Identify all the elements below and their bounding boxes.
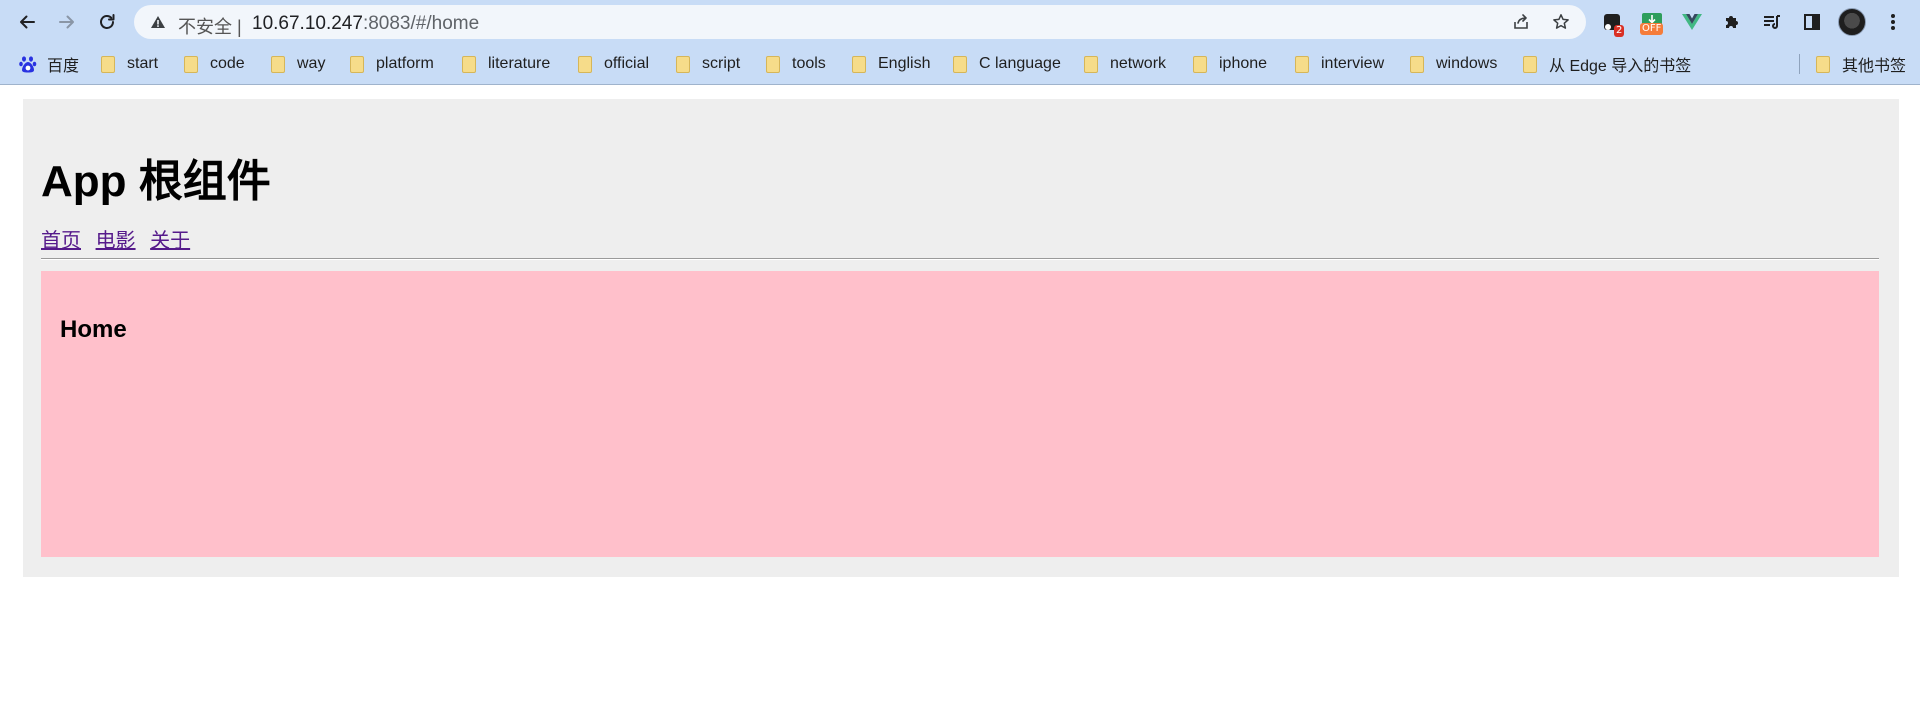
router-nav: 首页 电影 关于: [41, 224, 199, 253]
view-title: Home: [60, 316, 127, 343]
url-text[interactable]: 10.67.10.247:8083/#/home: [252, 13, 479, 35]
folder-icon: [852, 55, 866, 73]
reload-button[interactable]: [93, 8, 121, 36]
folder-icon: [271, 55, 285, 73]
browser-toolbar: 不安全 | 10.67.10.247:8083/#/home 2 OFF: [0, 0, 1920, 44]
folder-icon: [766, 55, 780, 73]
folder-icon: [1523, 55, 1537, 73]
bookmark-folder-edge-import[interactable]: 从 Edge 导入的书签: [1523, 53, 1691, 75]
security-label[interactable]: 不安全 |: [178, 13, 242, 39]
bookmark-folder-way[interactable]: way: [271, 53, 325, 75]
reading-list-icon: [1764, 15, 1780, 29]
bookmark-folder-code[interactable]: code: [184, 53, 245, 75]
page-title: App 根组件: [41, 157, 271, 206]
nav-link-movie[interactable]: 电影: [96, 230, 136, 252]
forward-button[interactable]: [53, 8, 81, 36]
url-path: :8083/#/home: [362, 13, 480, 34]
bookmark-folder-tools[interactable]: tools: [766, 53, 826, 75]
folder-icon: [1193, 55, 1207, 73]
extensions-menu-button[interactable]: [1718, 8, 1746, 36]
bookmark-label: iphone: [1219, 55, 1268, 72]
bookmark-label: code: [210, 55, 245, 72]
forward-arrow-icon: [59, 15, 74, 29]
folder-icon: [1410, 55, 1424, 73]
bookmark-label: interview: [1321, 55, 1385, 72]
bookmark-baidu[interactable]: 百度: [18, 53, 79, 75]
extension-count-badge: 2: [1614, 25, 1625, 37]
browser-menu-button[interactable]: [1879, 8, 1907, 36]
folder-icon: [578, 55, 592, 73]
bookmark-folder-iphone[interactable]: iphone: [1193, 53, 1267, 75]
extension-download-button[interactable]: OFF: [1638, 8, 1666, 36]
bookmark-label: literature: [488, 55, 551, 72]
bookmark-folder-interview[interactable]: interview: [1295, 53, 1384, 75]
nav-link-about[interactable]: 关于: [150, 230, 190, 252]
puzzle-icon: [1726, 16, 1738, 28]
bookmark-folder-literature[interactable]: literature: [462, 53, 550, 75]
bookmark-label: 从 Edge 导入的书签: [1549, 58, 1692, 75]
bookmark-label: tools: [792, 55, 826, 72]
reading-list-button[interactable]: [1758, 8, 1786, 36]
not-secure-warning-icon[interactable]: [150, 14, 166, 30]
back-button[interactable]: [13, 8, 41, 36]
reload-icon: [100, 14, 115, 29]
router-view-home: Home: [41, 271, 1879, 557]
folder-icon: [1816, 55, 1830, 73]
bookmark-label: C language: [979, 55, 1061, 72]
back-arrow-icon: [20, 15, 35, 29]
bookmark-folder-platform[interactable]: platform: [350, 53, 434, 75]
divider: [41, 258, 1879, 260]
bookmark-label: 百度: [47, 58, 80, 75]
more-vert-icon: [1891, 14, 1895, 30]
bookmark-label: 其他书签: [1842, 58, 1907, 75]
bookmark-label: official: [604, 55, 650, 72]
side-panel-icon: [1804, 14, 1820, 30]
bookmark-folder-script[interactable]: script: [676, 53, 740, 75]
bookmark-label: network: [1110, 55, 1167, 72]
bookmark-folder-english[interactable]: English: [852, 53, 930, 75]
baidu-paw-icon: [19, 56, 37, 73]
bookmark-folder-network[interactable]: network: [1084, 53, 1166, 75]
bookmark-folder-start[interactable]: start: [101, 53, 158, 75]
folder-icon: [1295, 55, 1309, 73]
bookmark-label: platform: [376, 55, 434, 72]
folder-icon: [676, 55, 690, 73]
address-bar[interactable]: 不安全 | 10.67.10.247:8083/#/home: [134, 5, 1586, 39]
bookmark-label: script: [702, 55, 741, 72]
star-bookmark-icon[interactable]: [1552, 13, 1570, 31]
share-icon[interactable]: [1512, 13, 1530, 31]
bookmark-folder-c-language[interactable]: C language: [953, 53, 1061, 75]
extension-square-button[interactable]: 2: [1598, 8, 1626, 37]
url-host: 10.67.10.247: [252, 13, 363, 34]
nav-link-home[interactable]: 首页: [41, 230, 81, 252]
bookmark-folder-official[interactable]: official: [578, 53, 649, 75]
bookmark-label: windows: [1436, 55, 1498, 72]
extension-off-badge: OFF: [1640, 23, 1664, 35]
bookmarks-bar: 百度 start code way platform literature of…: [0, 44, 1920, 85]
app-root: App 根组件 首页 电影 关于 Home: [23, 99, 1899, 577]
folder-icon: [184, 55, 198, 73]
profile-avatar[interactable]: [1838, 8, 1866, 36]
folder-icon: [101, 55, 115, 73]
bookmark-label: start: [127, 55, 159, 72]
vue-devtools-button[interactable]: [1678, 8, 1706, 36]
bookmark-folder-windows[interactable]: windows: [1410, 53, 1497, 75]
folder-icon: [462, 55, 476, 73]
vue-devtools-icon: [1682, 14, 1702, 30]
folder-icon: [1084, 55, 1098, 73]
bookmarks-divider: [1799, 54, 1800, 74]
bookmark-label: way: [297, 55, 326, 72]
folder-icon: [953, 55, 967, 73]
bookmark-folder-other[interactable]: 其他书签: [1816, 53, 1906, 75]
folder-icon: [350, 55, 364, 73]
bookmark-label: English: [878, 55, 931, 72]
side-panel-button[interactable]: [1798, 8, 1826, 36]
